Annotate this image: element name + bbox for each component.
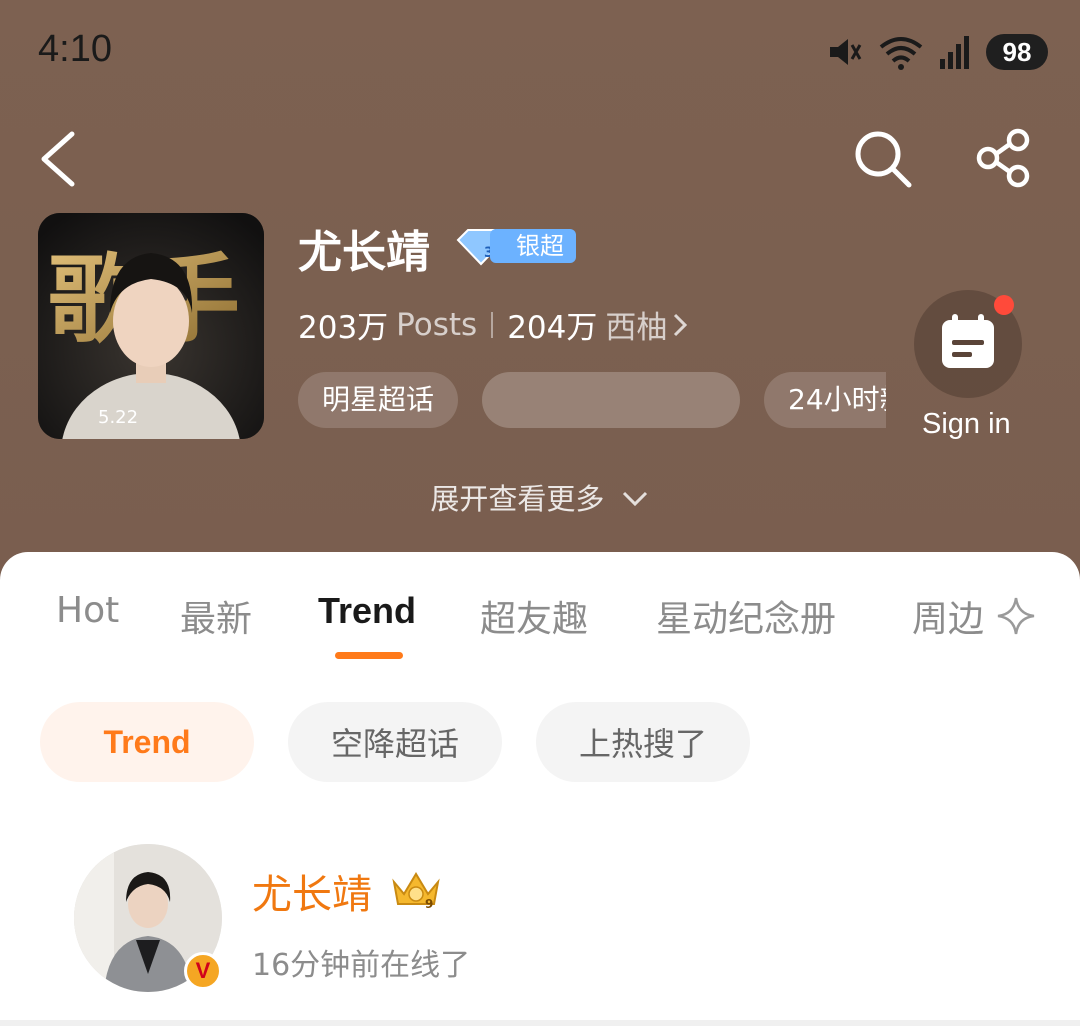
fans-label: 西柚 xyxy=(605,310,668,346)
verified-badge: V xyxy=(184,952,222,990)
expand-more[interactable]: 展开查看更多 xyxy=(0,476,1080,518)
tab-bar: Hot 最新 Trend 超友趣 星动纪念册 周边 xyxy=(0,552,1080,672)
svg-text:5.22: 5.22 xyxy=(98,407,138,428)
status-bar: 4:10 98 xyxy=(0,0,1080,100)
expand-more-label: 展开查看更多 xyxy=(430,482,605,516)
tab-latest[interactable]: 最新 xyxy=(180,590,252,642)
subtab-hot-search[interactable]: 上热搜了 xyxy=(536,702,750,782)
cover-artwork: 歌手 5.22 xyxy=(38,213,264,439)
search-icon[interactable] xyxy=(852,128,914,190)
tab-trend[interactable]: Trend xyxy=(318,590,416,632)
signin-label[interactable]: Sign in xyxy=(922,408,1011,441)
profile-name: 尤长靖 xyxy=(298,227,430,278)
author-name[interactable]: 尤长靖 xyxy=(252,862,372,920)
back-arrow-icon[interactable] xyxy=(34,128,84,190)
subtab-trend[interactable]: Trend xyxy=(40,702,254,782)
crown-icon: 9 xyxy=(392,872,440,911)
active-tab-indicator xyxy=(335,652,403,659)
super-topic-badge[interactable]: 3 银超 xyxy=(454,226,576,266)
tab-hot[interactable]: Hot xyxy=(56,590,119,631)
chip-celebrity-topic[interactable]: 明星超话 xyxy=(298,372,459,428)
topic-stats[interactable]: 203万 Posts 204万 西柚 xyxy=(298,302,689,347)
svg-text:9: 9 xyxy=(425,897,433,911)
tab-memorial-album[interactable]: 星动纪念册 xyxy=(656,590,836,642)
stats-divider xyxy=(491,311,494,338)
topic-chips: 明星超话 24小时新 xyxy=(298,372,886,428)
chevron-right-icon xyxy=(674,313,688,336)
subtab-airdrop-topic[interactable]: 空降超话 xyxy=(288,702,502,782)
battery-indicator: 98 xyxy=(986,34,1048,70)
posts-count: 203万 xyxy=(298,310,389,346)
posts-label: Posts xyxy=(396,306,478,343)
tab-merch[interactable]: 周边 xyxy=(912,590,1037,642)
fans-count: 204万 xyxy=(507,310,598,346)
tab-merch-label: 周边 xyxy=(912,599,985,640)
section-divider xyxy=(0,1020,1080,1026)
sub-filter-bar: Trend 空降超话 上热搜了 xyxy=(40,702,750,782)
status-time: 4:10 xyxy=(38,28,112,70)
tab-super-fun[interactable]: 超友趣 xyxy=(480,590,588,642)
content-card: Hot 最新 Trend 超友趣 星动纪念册 周边 Trend 空降超话 上热搜… xyxy=(0,552,1080,1026)
badge-label: 银超 xyxy=(490,229,576,263)
status-icons: 98 xyxy=(826,32,1048,72)
share-icon[interactable] xyxy=(974,128,1034,188)
notification-dot xyxy=(994,295,1014,315)
signal-icon xyxy=(940,36,969,69)
mute-icon xyxy=(830,39,862,65)
chip-blurred[interactable] xyxy=(482,372,741,428)
topic-cover-image[interactable]: 歌手 5.22 xyxy=(38,213,264,439)
chevron-down-icon xyxy=(622,491,647,507)
chip-24h[interactable]: 24小时新 xyxy=(764,372,886,428)
online-status: 16分钟前在线了 xyxy=(252,948,471,983)
wifi-icon xyxy=(879,37,923,70)
sparkle-icon xyxy=(998,597,1035,635)
